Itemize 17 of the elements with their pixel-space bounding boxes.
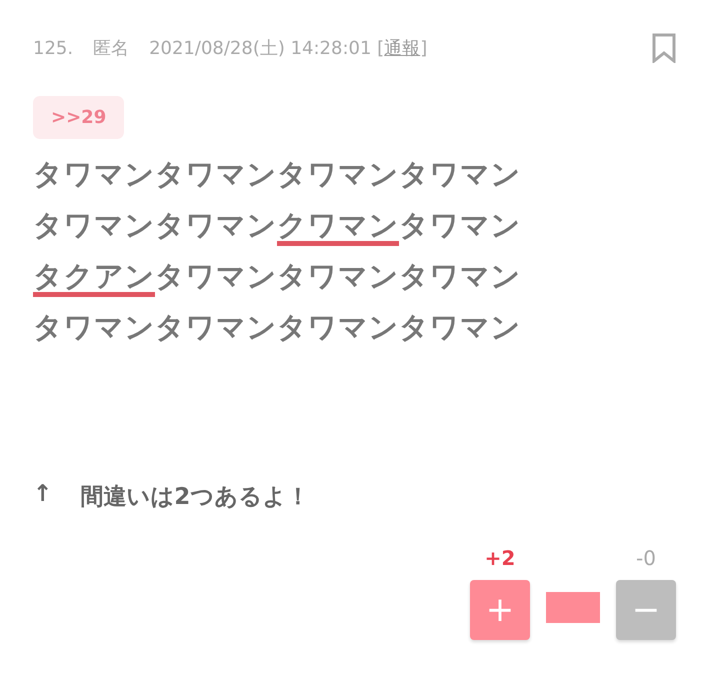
body-line: タワマンタワマンタワマンタワマン xyxy=(33,313,521,342)
report-link[interactable]: 通報 xyxy=(384,38,420,59)
bracket: ] xyxy=(420,38,428,59)
minus-count: -0 xyxy=(636,546,656,570)
post-datetime: 2021/08/28(土) 14:28:01 [ xyxy=(149,38,384,59)
body-line: タクアンタワマンタワマンタワマン xyxy=(33,262,521,291)
minus-button[interactable]: − xyxy=(616,580,676,640)
note-text: 間違いは2つあるよ！ xyxy=(80,483,310,512)
arrow-glyph: ↑ xyxy=(33,481,52,509)
body-line: タワマンタワマンタワマンタワマン xyxy=(33,160,521,189)
body-line: タワマンタワマンクワマンタワマン xyxy=(33,211,521,240)
bookmark-icon[interactable] xyxy=(652,33,676,63)
post-number: 125. xyxy=(33,38,74,58)
reply-anchor[interactable]: >>29 xyxy=(33,96,124,139)
plus-button[interactable]: + xyxy=(470,580,530,640)
plus-count: +2 xyxy=(484,546,516,570)
author-name: 匿名 xyxy=(93,37,130,60)
